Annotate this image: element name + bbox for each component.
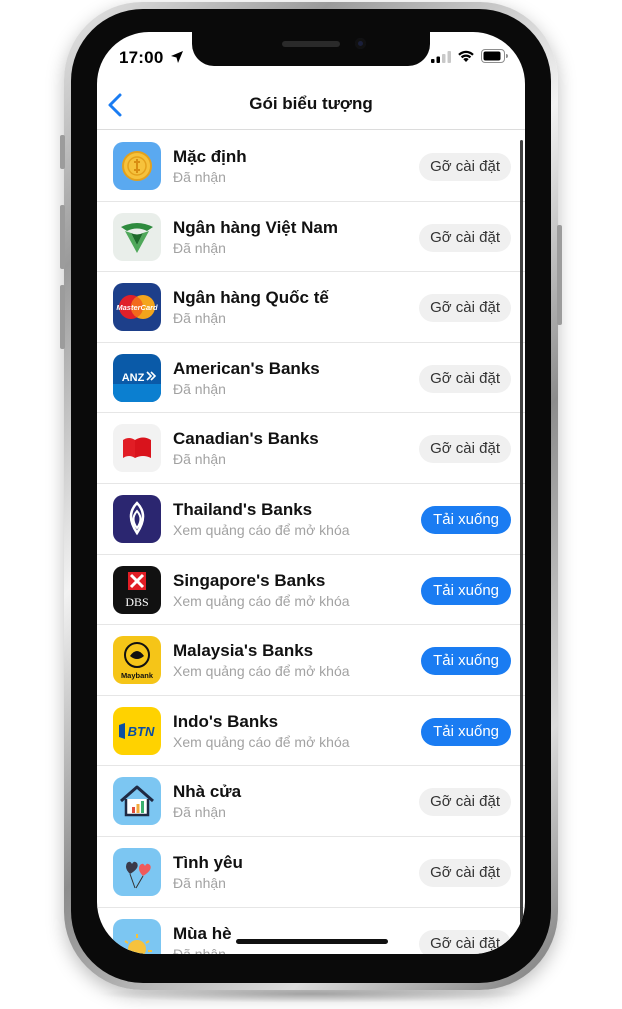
list-item[interactable]: Mặc định Đã nhận Gỡ cài đặt — [97, 131, 525, 202]
vietcombank-icon — [113, 212, 161, 261]
item-title: Canadian's Banks — [173, 429, 319, 449]
status-time: 17:00 — [119, 48, 164, 67]
svg-text:MasterCard: MasterCard — [116, 303, 158, 312]
navigation-bar: Gói biểu tượng — [97, 80, 525, 130]
list-item[interactable]: Thailand's Banks Xem quảng cáo để mở khó… — [97, 484, 525, 555]
download-button[interactable]: Tải xuống — [421, 647, 511, 676]
item-status: Đã nhận — [173, 169, 226, 185]
front-camera — [355, 38, 366, 49]
scrollbar[interactable] — [520, 140, 523, 940]
list-item[interactable]: Tình yêu Đã nhận Gỡ cài đặt — [97, 837, 525, 908]
volume-down-button — [60, 285, 65, 349]
power-button — [557, 225, 562, 325]
list-item[interactable]: Canadian's Banks Đã nhận Gỡ cài đặt — [97, 413, 525, 484]
home-indicator[interactable] — [236, 939, 388, 944]
list-item[interactable]: Ngân hàng Việt Nam Đã nhận Gỡ cài đặt — [97, 202, 525, 273]
uninstall-button[interactable]: Gỡ cài đặt — [419, 364, 511, 393]
svg-text:Maybank: Maybank — [121, 671, 154, 680]
screen: 17:00 Gói biểu tượng Mặc định Đã nhận Gỡ… — [97, 32, 525, 954]
uninstall-button[interactable]: Gỡ cài đặt — [419, 294, 511, 323]
maybank-icon: Maybank — [113, 636, 161, 685]
anz-icon: ANZ — [113, 353, 161, 402]
canada-flag-icon — [113, 424, 161, 473]
icon-pack-list: Mặc định Đã nhận Gỡ cài đặt Ngân hàng Vi… — [97, 131, 525, 954]
download-button[interactable]: Tải xuống — [421, 576, 511, 605]
coin-icon — [113, 142, 161, 190]
list-item[interactable]: ANZ American's Banks Đã nhận Gỡ cài đặt — [97, 343, 525, 414]
list-item[interactable]: Nhà cửa Đã nhận Gỡ cài đặt — [97, 766, 525, 837]
house-icon — [113, 777, 161, 826]
item-status: Xem quảng cáo để mở khóa — [173, 733, 350, 750]
uninstall-button[interactable]: Gỡ cài đặt — [419, 223, 511, 252]
list-item[interactable]: MasterCard Ngân hàng Quốc tế Đã nhận Gỡ … — [97, 272, 525, 343]
speaker-grille — [282, 41, 340, 47]
item-title: Indo's Banks — [173, 711, 279, 731]
sun-icon — [113, 918, 161, 954]
uninstall-button[interactable]: Gỡ cài đặt — [419, 858, 511, 887]
svg-text:DBS: DBS — [125, 595, 148, 609]
wifi-icon — [458, 50, 474, 62]
item-status: Đã nhận — [173, 380, 226, 397]
battery-icon — [481, 49, 508, 63]
item-title: Mặc định — [173, 147, 247, 166]
list-item[interactable]: Maybank Malaysia's Banks Xem quảng cáo đ… — [97, 625, 525, 696]
stage: 17:00 Gói biểu tượng Mặc định Đã nhận Gỡ… — [0, 0, 622, 1009]
cellular-signal-icon — [431, 51, 451, 63]
item-title: American's Banks — [173, 358, 320, 378]
scb-icon — [113, 494, 161, 543]
svg-text:BTN: BTN — [128, 724, 155, 739]
item-status: Đã nhận — [173, 945, 226, 954]
item-status: Xem quảng cáo để mở khóa — [173, 521, 350, 538]
uninstall-button[interactable]: Gỡ cài đặt — [419, 153, 511, 181]
item-title: Thailand's Banks — [173, 499, 313, 519]
mute-switch — [60, 135, 65, 169]
item-title: Tình yêu — [173, 852, 243, 872]
notch — [192, 32, 430, 66]
uninstall-button[interactable]: Gỡ cài đặt — [419, 929, 511, 954]
balloons-icon — [113, 847, 161, 896]
svg-text:ANZ: ANZ — [122, 372, 145, 384]
item-status: Đã nhận — [173, 804, 226, 821]
uninstall-button[interactable]: Gỡ cài đặt — [419, 788, 511, 817]
volume-up-button — [60, 205, 65, 269]
mastercard-icon: MasterCard — [113, 283, 161, 332]
item-title: Mùa hè — [173, 923, 232, 943]
item-status: Đã nhận — [173, 874, 226, 891]
list-item[interactable]: Mùa hè Đã nhận Gỡ cài đặt — [97, 908, 525, 954]
item-status: Đã nhận — [173, 451, 226, 468]
item-title: Singapore's Banks — [173, 570, 326, 590]
btn-icon: BTN — [113, 706, 161, 755]
item-title: Ngân hàng Việt Nam — [173, 217, 338, 237]
dbs-icon: DBS — [113, 565, 161, 614]
item-title: Nhà cửa — [173, 782, 242, 802]
list-item[interactable]: BTN Indo's Banks Xem quảng cáo để mở khó… — [97, 696, 525, 767]
item-status: Xem quảng cáo để mở khóa — [173, 663, 350, 680]
page-title: Gói biểu tượng — [249, 94, 373, 113]
download-button[interactable]: Tải xuống — [421, 717, 511, 746]
item-status: Xem quảng cáo để mở khóa — [173, 592, 350, 609]
item-title: Malaysia's Banks — [173, 641, 314, 661]
item-status: Đã nhận — [173, 239, 226, 256]
item-status: Đã nhận — [173, 310, 226, 327]
list-item[interactable]: DBS Singapore's Banks Xem quảng cáo để m… — [97, 555, 525, 626]
download-button[interactable]: Tải xuống — [421, 505, 511, 534]
location-arrow-icon — [171, 51, 183, 63]
uninstall-button[interactable]: Gỡ cài đặt — [419, 435, 511, 464]
item-title: Ngân hàng Quốc tế — [173, 288, 329, 308]
